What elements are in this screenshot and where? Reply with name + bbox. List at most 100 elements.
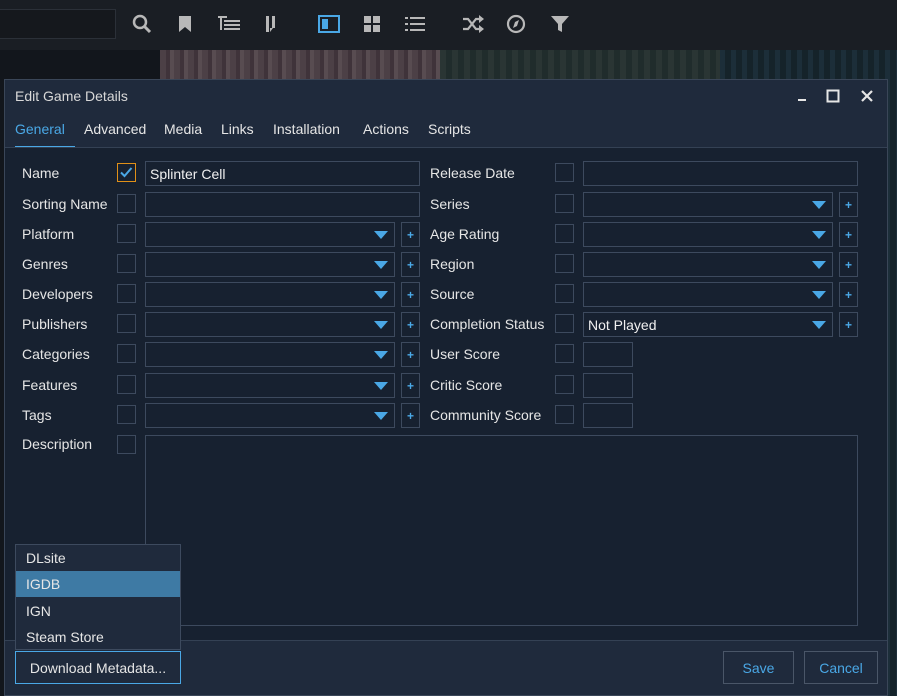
add-completion-status-button[interactable]: + bbox=[839, 312, 858, 337]
description-textarea[interactable] bbox=[145, 435, 858, 626]
add-age-rating-button[interactable]: + bbox=[839, 222, 858, 247]
menu-item-ign[interactable]: IGN bbox=[16, 598, 180, 624]
chevron-down-icon bbox=[374, 261, 388, 269]
add-region-button[interactable]: + bbox=[839, 252, 858, 277]
series-checkbox[interactable] bbox=[555, 194, 574, 213]
maximize-icon[interactable] bbox=[823, 86, 843, 106]
publishers-label: Publishers bbox=[22, 316, 88, 332]
explore-icon[interactable] bbox=[501, 10, 531, 38]
minimize-icon[interactable] bbox=[792, 86, 812, 106]
list-view-icon[interactable] bbox=[400, 10, 430, 38]
age-rating-checkbox[interactable] bbox=[555, 224, 574, 243]
add-source-button[interactable]: + bbox=[839, 282, 858, 307]
shuffle-icon[interactable] bbox=[458, 10, 488, 38]
critic-score-checkbox[interactable] bbox=[555, 375, 574, 394]
add-developer-button[interactable]: + bbox=[401, 282, 420, 307]
cancel-button[interactable]: Cancel bbox=[804, 651, 878, 684]
platform-dropdown[interactable] bbox=[145, 222, 395, 247]
sorting-name-checkbox[interactable] bbox=[117, 194, 136, 213]
add-platform-button[interactable]: + bbox=[401, 222, 420, 247]
details-view-icon[interactable] bbox=[314, 10, 344, 38]
chevron-down-icon bbox=[812, 231, 826, 239]
region-dropdown[interactable] bbox=[583, 252, 833, 277]
edit-game-dialog: Edit Game Details General Advanced Media… bbox=[4, 79, 888, 696]
release-date-checkbox[interactable] bbox=[555, 163, 574, 182]
name-field[interactable]: Splinter Cell bbox=[145, 161, 420, 186]
release-date-label: Release Date bbox=[430, 165, 515, 181]
features-checkbox[interactable] bbox=[117, 375, 136, 394]
tab-advanced[interactable]: Advanced bbox=[84, 121, 146, 148]
sort-icon[interactable] bbox=[256, 10, 286, 38]
age-rating-dropdown[interactable] bbox=[583, 222, 833, 247]
completion-status-checkbox[interactable] bbox=[555, 314, 574, 333]
user-score-checkbox[interactable] bbox=[555, 344, 574, 363]
publishers-dropdown[interactable] bbox=[145, 312, 395, 337]
tab-general[interactable]: General bbox=[15, 121, 75, 148]
dialog-title: Edit Game Details bbox=[15, 88, 128, 104]
add-category-button[interactable]: + bbox=[401, 342, 420, 367]
release-date-field[interactable] bbox=[583, 161, 858, 186]
tab-links[interactable]: Links bbox=[221, 121, 254, 148]
region-checkbox[interactable] bbox=[555, 254, 574, 273]
features-label: Features bbox=[22, 377, 78, 393]
series-dropdown[interactable] bbox=[583, 192, 833, 217]
add-genre-button[interactable]: + bbox=[401, 252, 420, 277]
platform-checkbox[interactable] bbox=[117, 224, 136, 243]
publishers-checkbox[interactable] bbox=[117, 314, 136, 333]
bookmark-icon[interactable] bbox=[170, 10, 200, 38]
genres-dropdown[interactable] bbox=[145, 252, 395, 277]
chevron-down-icon bbox=[374, 291, 388, 299]
search-icon[interactable] bbox=[127, 10, 157, 38]
source-dropdown[interactable] bbox=[583, 282, 833, 307]
categories-dropdown[interactable] bbox=[145, 342, 395, 367]
chevron-down-icon bbox=[374, 382, 388, 390]
search-box[interactable] bbox=[0, 9, 116, 39]
sorting-name-field[interactable] bbox=[145, 192, 420, 217]
menu-item-igdb[interactable]: IGDB bbox=[16, 571, 180, 597]
close-icon[interactable] bbox=[857, 86, 877, 106]
description-checkbox[interactable] bbox=[117, 435, 136, 454]
developers-label: Developers bbox=[22, 286, 93, 302]
name-label: Name bbox=[22, 165, 60, 181]
download-metadata-button[interactable]: Download Metadata... bbox=[15, 651, 181, 684]
menu-item-dlsite[interactable]: DLsite bbox=[16, 545, 180, 571]
source-checkbox[interactable] bbox=[555, 284, 574, 303]
chevron-down-icon bbox=[374, 231, 388, 239]
community-score-field[interactable] bbox=[583, 403, 633, 428]
add-tag-button[interactable]: + bbox=[401, 403, 420, 428]
developers-dropdown[interactable] bbox=[145, 282, 395, 307]
sorting-name-label: Sorting Name bbox=[22, 196, 108, 212]
filter-icon[interactable] bbox=[545, 10, 575, 38]
chevron-down-icon bbox=[374, 412, 388, 420]
categories-label: Categories bbox=[22, 346, 90, 362]
list-tree-icon[interactable] bbox=[214, 10, 244, 38]
tab-installation[interactable]: Installation bbox=[273, 121, 340, 148]
save-button[interactable]: Save bbox=[723, 651, 794, 684]
community-score-checkbox[interactable] bbox=[555, 405, 574, 424]
add-publisher-button[interactable]: + bbox=[401, 312, 420, 337]
tab-scripts[interactable]: Scripts bbox=[428, 121, 471, 148]
tab-media[interactable]: Media bbox=[164, 121, 202, 148]
description-label: Description bbox=[22, 436, 93, 452]
user-score-label: User Score bbox=[430, 346, 501, 362]
add-feature-button[interactable]: + bbox=[401, 373, 420, 398]
critic-score-field[interactable] bbox=[583, 373, 633, 398]
developers-checkbox[interactable] bbox=[117, 284, 136, 303]
genres-checkbox[interactable] bbox=[117, 254, 136, 273]
chevron-down-icon bbox=[374, 351, 388, 359]
tags-dropdown[interactable] bbox=[145, 403, 395, 428]
completion-status-label: Completion Status bbox=[430, 316, 545, 332]
region-label: Region bbox=[430, 256, 475, 272]
features-dropdown[interactable] bbox=[145, 373, 395, 398]
user-score-field[interactable] bbox=[583, 342, 633, 367]
add-series-button[interactable]: + bbox=[839, 192, 858, 217]
tab-actions[interactable]: Actions bbox=[363, 121, 409, 148]
grid-view-icon[interactable] bbox=[357, 10, 387, 38]
categories-checkbox[interactable] bbox=[117, 344, 136, 363]
menu-item-steam-store[interactable]: Steam Store bbox=[16, 624, 180, 650]
tags-checkbox[interactable] bbox=[117, 405, 136, 424]
name-checkbox[interactable] bbox=[117, 163, 136, 182]
chevron-down-icon bbox=[812, 201, 826, 209]
chevron-down-icon bbox=[812, 291, 826, 299]
completion-status-dropdown[interactable]: Not Played bbox=[583, 312, 833, 337]
